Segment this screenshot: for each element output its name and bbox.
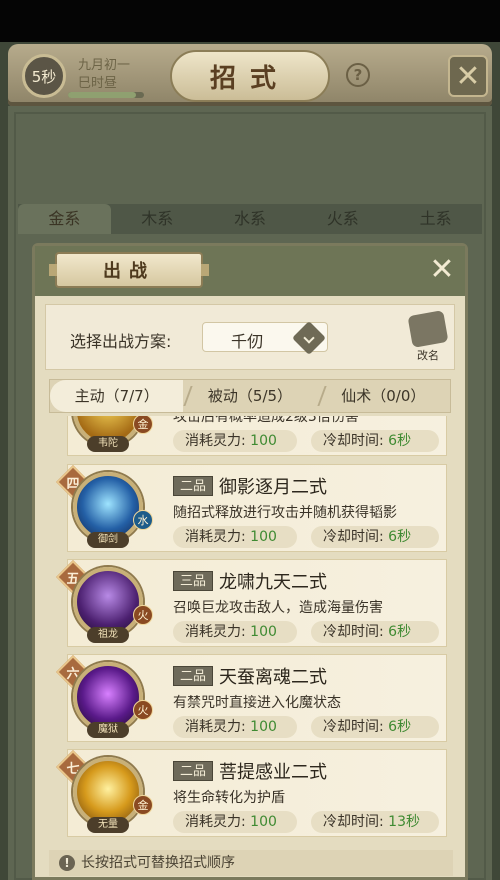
info-icon: !	[59, 855, 75, 871]
grade-badge: 三品	[173, 571, 213, 591]
element-badge: 火	[133, 605, 153, 625]
scheme-value: 千仞	[231, 332, 264, 351]
tab-immortal-arts[interactable]: 仙术（0/0）	[317, 380, 450, 412]
element-tab-bar: 金系 木系 水系 火系 土系	[18, 204, 482, 234]
date-text: 九月初一	[78, 58, 131, 73]
skill-description: 将生命转化为护盾	[173, 790, 285, 806]
cooldown: 冷却时间: 6秒	[311, 430, 439, 452]
skill-name: 龙啸九天二式	[219, 572, 327, 593]
close-icon[interactable]: ✕	[448, 55, 488, 97]
timer-badge: 5秒	[22, 54, 66, 98]
skill-description: 有禁咒时直接进入化魔状态	[173, 695, 341, 711]
scheme-dropdown[interactable]: 千仞	[202, 321, 328, 355]
grade-badge: 二品	[173, 666, 213, 686]
chevron-down-icon	[292, 321, 326, 355]
rename-button[interactable]: 改名	[406, 310, 450, 363]
hint-bar: ! 长按招式可替换招式顺序	[49, 850, 453, 876]
tab-element[interactable]: 金系	[18, 204, 111, 234]
time-text: 巳时昼	[78, 76, 118, 91]
page-title: 招式	[170, 50, 330, 102]
skill-icon-name: 御剑	[87, 532, 129, 548]
tab-passive-skills[interactable]: 被动（5/5）	[183, 380, 316, 412]
close-icon[interactable]: ✕	[425, 252, 459, 287]
cooldown: 冷却时间: 6秒	[311, 716, 439, 738]
tab-active-skills[interactable]: 主动（7/7）	[50, 380, 184, 412]
day-progress-bar	[68, 92, 144, 98]
mana-cost: 消耗灵力: 100	[173, 430, 297, 452]
skill-card[interactable]: 金 韦陀 攻击后有概率造成2级3倍伤害 消耗灵力: 100 冷却时间: 6秒	[47, 416, 449, 458]
skill-card[interactable]: 六 火 魔狱 二品 天蚕离魂二式 有禁咒时直接进入化魔状态 消耗灵力: 100 …	[47, 654, 449, 744]
tab-element[interactable]: 水系	[204, 204, 297, 234]
rename-scroll-icon	[407, 310, 449, 348]
skill-description: 随招式释放进行攻击并随机获得韬影	[173, 505, 397, 521]
hint-text: 长按招式可替换招式顺序	[81, 855, 235, 871]
mana-cost: 消耗灵力: 100	[173, 716, 297, 738]
cooldown: 冷却时间: 6秒	[311, 526, 439, 548]
skill-icon-name: 魔狱	[87, 722, 129, 738]
skill-description: 攻击后有概率造成2级3倍伤害	[173, 416, 359, 425]
rename-label: 改名	[417, 349, 439, 362]
skill-name: 御影逐月二式	[219, 477, 327, 498]
grade-badge: 二品	[173, 476, 213, 496]
grade-badge: 二品	[173, 761, 213, 781]
skill-card[interactable]: 四 水 御剑 二品 御影逐月二式 随招式释放进行攻击并随机获得韬影 消耗灵力: …	[47, 464, 449, 554]
skill-icon-name: 祖龙	[87, 627, 129, 643]
help-icon[interactable]: ?	[346, 63, 370, 87]
battle-setup-dialog: 出战 ✕ 选择出战方案: 千仞 改名 主动（7/7） 被动（5/5） 仙术（0/…	[32, 243, 468, 880]
dialog-header: 出战 ✕	[35, 246, 465, 296]
cooldown: 冷却时间: 13秒	[311, 811, 439, 833]
element-badge: 水	[133, 510, 153, 530]
element-badge: 金	[133, 795, 153, 815]
skill-name: 天蚕离魂二式	[219, 667, 327, 688]
dialog-title: 出战	[49, 252, 209, 288]
skill-description: 召唤巨龙攻击敌人，造成海量伤害	[173, 600, 383, 616]
timer-text: 5秒	[31, 67, 57, 86]
skill-icon-name: 无量	[87, 817, 129, 833]
skill-icon-name: 韦陀	[87, 436, 129, 452]
skill-card[interactable]: 五 火 祖龙 三品 龙啸九天二式 召唤巨龙攻击敌人，造成海量伤害 消耗灵力: 1…	[47, 559, 449, 649]
skill-list[interactable]: 金 韦陀 攻击后有概率造成2级3倍伤害 消耗灵力: 100 冷却时间: 6秒 四…	[47, 416, 455, 850]
mana-cost: 消耗灵力: 100	[173, 526, 297, 548]
skill-card[interactable]: 七 金 无量 二品 菩提感业二式 将生命转化为护盾 消耗灵力: 100 冷却时间…	[47, 749, 449, 839]
skill-name: 菩提感业二式	[219, 762, 327, 783]
tab-element[interactable]: 木系	[111, 204, 204, 234]
mana-cost: 消耗灵力: 100	[173, 811, 297, 833]
scheme-label: 选择出战方案:	[70, 332, 172, 351]
skill-type-tabs: 主动（7/7） 被动（5/5） 仙术（0/0）	[49, 379, 451, 413]
element-badge: 火	[133, 700, 153, 720]
tab-element[interactable]: 火系	[296, 204, 389, 234]
cooldown: 冷却时间: 6秒	[311, 621, 439, 643]
scheme-selector-row: 选择出战方案: 千仞 改名	[45, 304, 455, 370]
status-strip	[0, 0, 500, 42]
tab-element[interactable]: 土系	[389, 204, 482, 234]
mana-cost: 消耗灵力: 100	[173, 621, 297, 643]
